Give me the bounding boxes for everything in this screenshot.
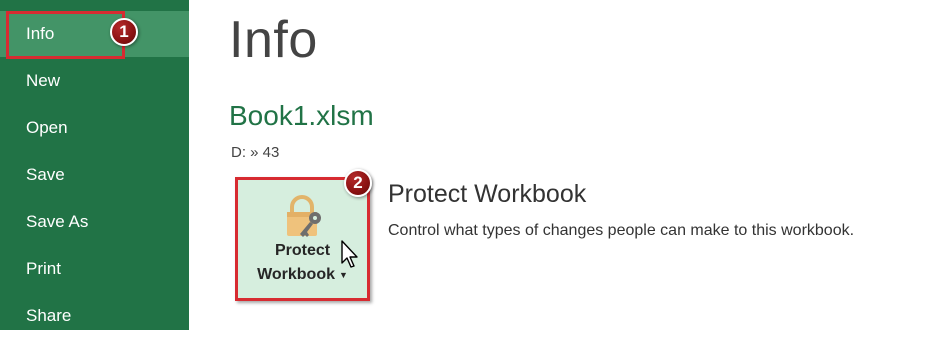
file-name: Book1.xlsm	[229, 100, 374, 131]
page-title: Info	[229, 11, 318, 69]
sidebar-item-save-as[interactable]: Save As	[0, 199, 189, 245]
lock-key-icon	[283, 194, 329, 245]
sidebar-item-new[interactable]: New	[0, 58, 189, 104]
sidebar-item-print[interactable]: Print	[0, 246, 189, 292]
protect-workbook-description: Control what types of changes people can…	[388, 222, 855, 239]
protect-workbook-button[interactable]: Protect Workbook ▼	[235, 177, 370, 301]
file-path: D: » 43	[231, 144, 280, 161]
sidebar-item-share[interactable]: Share	[0, 293, 189, 339]
sidebar-item-save[interactable]: Save	[0, 152, 189, 198]
sidebar-item-info[interactable]: Info	[0, 11, 189, 57]
sidebar-item-open[interactable]: Open	[0, 105, 189, 151]
protect-workbook-heading: Protect Workbook	[388, 180, 587, 208]
step-2-badge: 2	[344, 169, 372, 197]
mouse-pointer-icon	[340, 240, 360, 275]
backstage-sidebar: Info New Open Save Save As Print Share	[0, 0, 189, 330]
step-1-badge: 1	[110, 18, 138, 46]
protect-button-label-text: Workbook	[257, 266, 335, 283]
